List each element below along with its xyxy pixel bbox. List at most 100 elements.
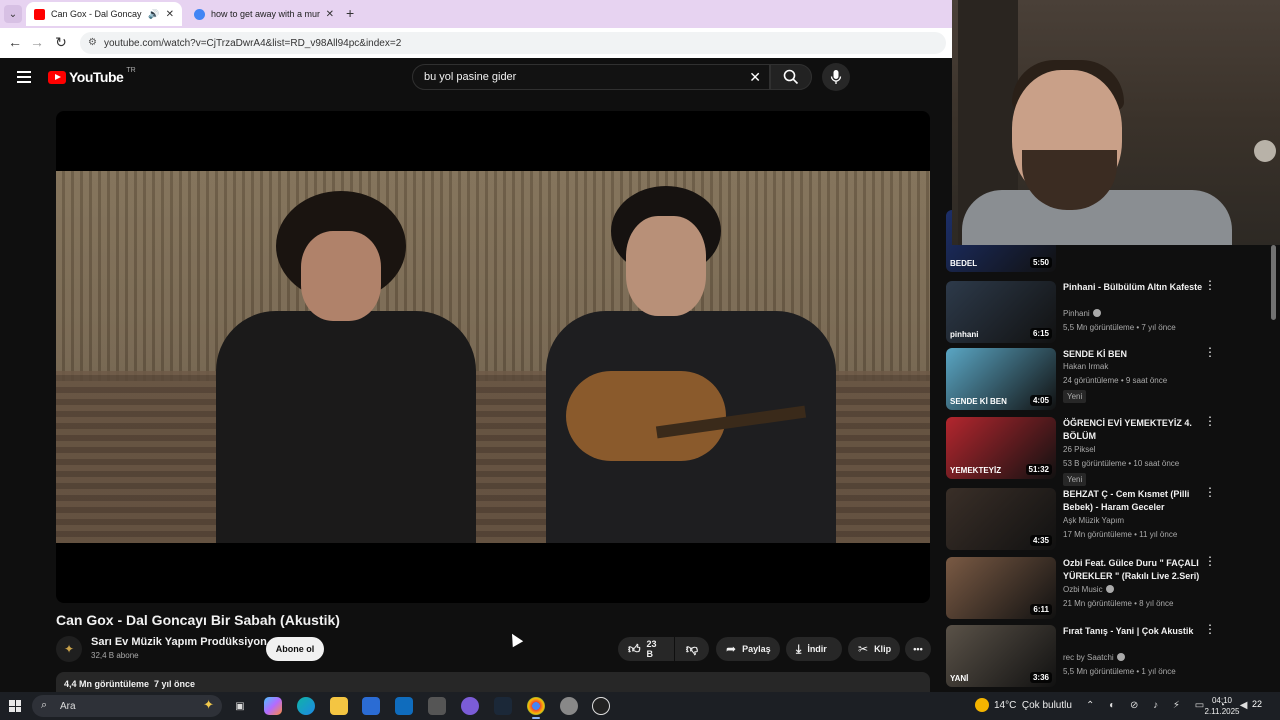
file-explorer-icon[interactable] [330,697,348,715]
clock[interactable]: 04:10 2.11.2025 [1198,695,1246,717]
verified-icon [1105,585,1114,593]
chrome-icon[interactable] [527,697,545,719]
more-vertical-icon[interactable]: ⋮ [1204,555,1216,567]
thumbnail-text: YEMEKTEYİZ [950,466,1002,475]
related-video-title[interactable]: Ozbi Feat. Gülce Duru " FAÇALI YÜREKLER … [1063,557,1213,583]
app-icon[interactable] [461,697,479,715]
tab-search-chevron-icon[interactable]: ⌄ [4,5,22,23]
url-text: youtube.com/watch?v=CjTrzaDwrA4&list=RD_… [104,37,402,49]
subscribe-button[interactable]: Abone ol [266,637,324,661]
url-bar[interactable]: ⚙ youtube.com/watch?v=CjTrzaDwrA4&list=R… [80,32,946,54]
weather-icon [975,698,989,712]
verified-icon [1092,309,1101,317]
clip-button[interactable]: ✂ Klip [848,637,900,661]
related-channel-name[interactable]: 26 Piksel [1063,445,1095,454]
tab-youtube[interactable]: Can Gox - Dal Goncayı Bir Sabah (Akustik… [26,2,182,26]
new-tab-button[interactable]: + [346,5,354,21]
related-views-age: 5,5 Mn görüntüleme • 1 yıl önce [1063,667,1176,676]
close-tab-icon[interactable]: ✕ [326,9,334,20]
store-icon[interactable] [362,697,380,715]
related-video-item[interactable]: YEMEKTEYİZ 51:32 ÖĞRENCİ EVİ YEMEKTEYİZ 4.… [946,415,1276,486]
back-arrow-icon[interactable]: ← [6,34,24,50]
related-channel-name[interactable]: rec by Saatchi [1063,653,1125,662]
related-channel-name[interactable]: Aşk Müzik Yapım [1063,516,1124,525]
related-channel-name[interactable]: Pinhani [1063,309,1101,318]
description-box[interactable]: 4,4 Mn görüntüleme 7 yıl önce [56,672,930,692]
video-thumbnail[interactable]: YANİ 3:36 [946,625,1056,687]
steam-icon[interactable] [494,697,512,715]
video-duration: 3:36 [1029,672,1052,683]
speaker-icon[interactable]: 🔊 [148,9,159,20]
thumbnail-text: SENDE Kİ BEN [950,397,1007,406]
forward-arrow-icon[interactable]: → [28,34,46,50]
channel-avatar[interactable]: ✦ [56,636,82,662]
more-vertical-icon[interactable]: ⋮ [1204,415,1216,427]
more-vertical-icon[interactable]: ⋮ [1204,346,1216,358]
verified-icon [1116,653,1125,661]
related-video-item[interactable]: YANİ 3:36 Fırat Tanış - Yani | Çok Akustik… [946,623,1276,691]
more-vertical-icon[interactable]: ⋮ [1204,486,1216,498]
app-icon[interactable] [560,697,578,715]
video-thumbnail[interactable]: 4:35 [946,488,1056,550]
share-icon: ➦ [726,642,737,656]
photos-icon[interactable] [428,697,446,715]
singer-figure [216,191,476,543]
related-views-age: 53 B görüntüleme • 10 saat önce [1063,459,1180,468]
video-thumbnail[interactable]: SENDE Kİ BEN 4:05 [946,348,1056,410]
share-label: Paylaş [742,644,771,654]
menu-icon[interactable] [17,71,31,83]
download-icon: ⤓ [796,641,802,656]
video-thumbnail[interactable]: pinhani 6:15 [946,281,1056,343]
related-video-item[interactable]: SENDE Kİ BEN 4:05 SENDE Kİ BEN Hakan Irmak 2… [946,346,1276,414]
video-thumbnail[interactable]: 6:11 [946,557,1056,619]
voice-search-button[interactable] [822,63,850,91]
task-view-icon[interactable]: ▣ [231,697,249,715]
related-video-item[interactable]: 4:35 BEHZAT Ç - Cem Kısmet (Pilli Bebek) … [946,486,1276,554]
reload-icon[interactable]: ↻ [52,34,70,51]
youtube-logo[interactable]: YouTube TR [48,66,136,85]
tab-google-search[interactable]: how to get away with a murder ✕ [186,2,342,26]
site-info-icon[interactable]: ⚙ [88,37,97,48]
more-vertical-icon[interactable]: ⋮ [1204,623,1216,635]
related-views-age: 21 Mn görüntüleme • 8 yıl önce [1063,599,1174,608]
notification-badge[interactable]: 22 [1252,699,1262,709]
related-video-title[interactable]: Pinhani - Bülbülüm Altın Kafeste [1063,281,1213,294]
clear-search-icon[interactable]: ✕ [749,69,761,86]
guitar [566,371,726,461]
related-video-item[interactable]: 6:11 Ozbi Feat. Gülce Duru " FAÇALI YÜREK… [946,555,1276,623]
dislike-button[interactable]: 👎︎ [675,637,709,661]
like-button[interactable]: 👍︎ 23 B [618,637,674,661]
country-code: TR [126,66,136,74]
thumbnail-text: BEDEL [950,259,978,268]
mail-icon[interactable] [395,697,413,715]
related-video-item[interactable]: pinhani 6:15 Pinhani - Bülbülüm Altın Kafe… [946,279,1276,347]
obs-icon[interactable] [592,697,610,715]
share-button[interactable]: ➦ Paylaş [716,637,780,661]
search-input[interactable]: bu yol pasine gider ✕ [412,64,770,90]
like-count: 23 B [646,639,657,659]
more-vertical-icon[interactable]: ⋮ [1204,279,1216,291]
more-actions-button[interactable]: ••• [905,637,931,661]
video-thumbnail[interactable]: YEMEKTEYİZ 51:32 [946,417,1056,479]
tab-title: how to get away with a murder [211,9,320,19]
copilot-icon[interactable] [264,697,282,715]
youtube-favicon-icon [34,8,45,20]
date: 2.11.2025 [1204,707,1240,716]
edge-icon[interactable] [297,697,315,715]
related-video-title[interactable]: Fırat Tanış - Yani | Çok Akustik [1063,625,1213,638]
close-tab-icon[interactable]: ✕ [166,9,174,20]
download-button[interactable]: ⤓ İndir [786,637,842,661]
video-player[interactable] [56,111,930,603]
taskbar-search[interactable]: ⌕ Ara ✦ [32,695,222,717]
related-video-title[interactable]: ÖĞRENCİ EVİ YEMEKTEYİZ 4. BÖLÜM [1063,417,1213,443]
related-video-title[interactable]: BEHZAT Ç - Cem Kısmet (Pilli Bebek) - Ha… [1063,488,1213,514]
search-button[interactable] [770,64,812,90]
related-video-title[interactable]: SENDE Kİ BEN [1063,348,1213,361]
related-scrollbar[interactable] [1271,245,1276,320]
related-channel-name[interactable]: Ozbi Music [1063,585,1114,594]
related-channel-name[interactable]: Hakan Irmak [1063,362,1108,371]
video-duration: 4:35 [1029,535,1052,546]
windows-start-icon[interactable] [9,700,21,712]
weather-widget[interactable]: 14°C Çok bulutlu [975,698,1072,712]
channel-name[interactable]: Sarı Ev Müzik Yapım Prodüksiyon [91,636,267,648]
